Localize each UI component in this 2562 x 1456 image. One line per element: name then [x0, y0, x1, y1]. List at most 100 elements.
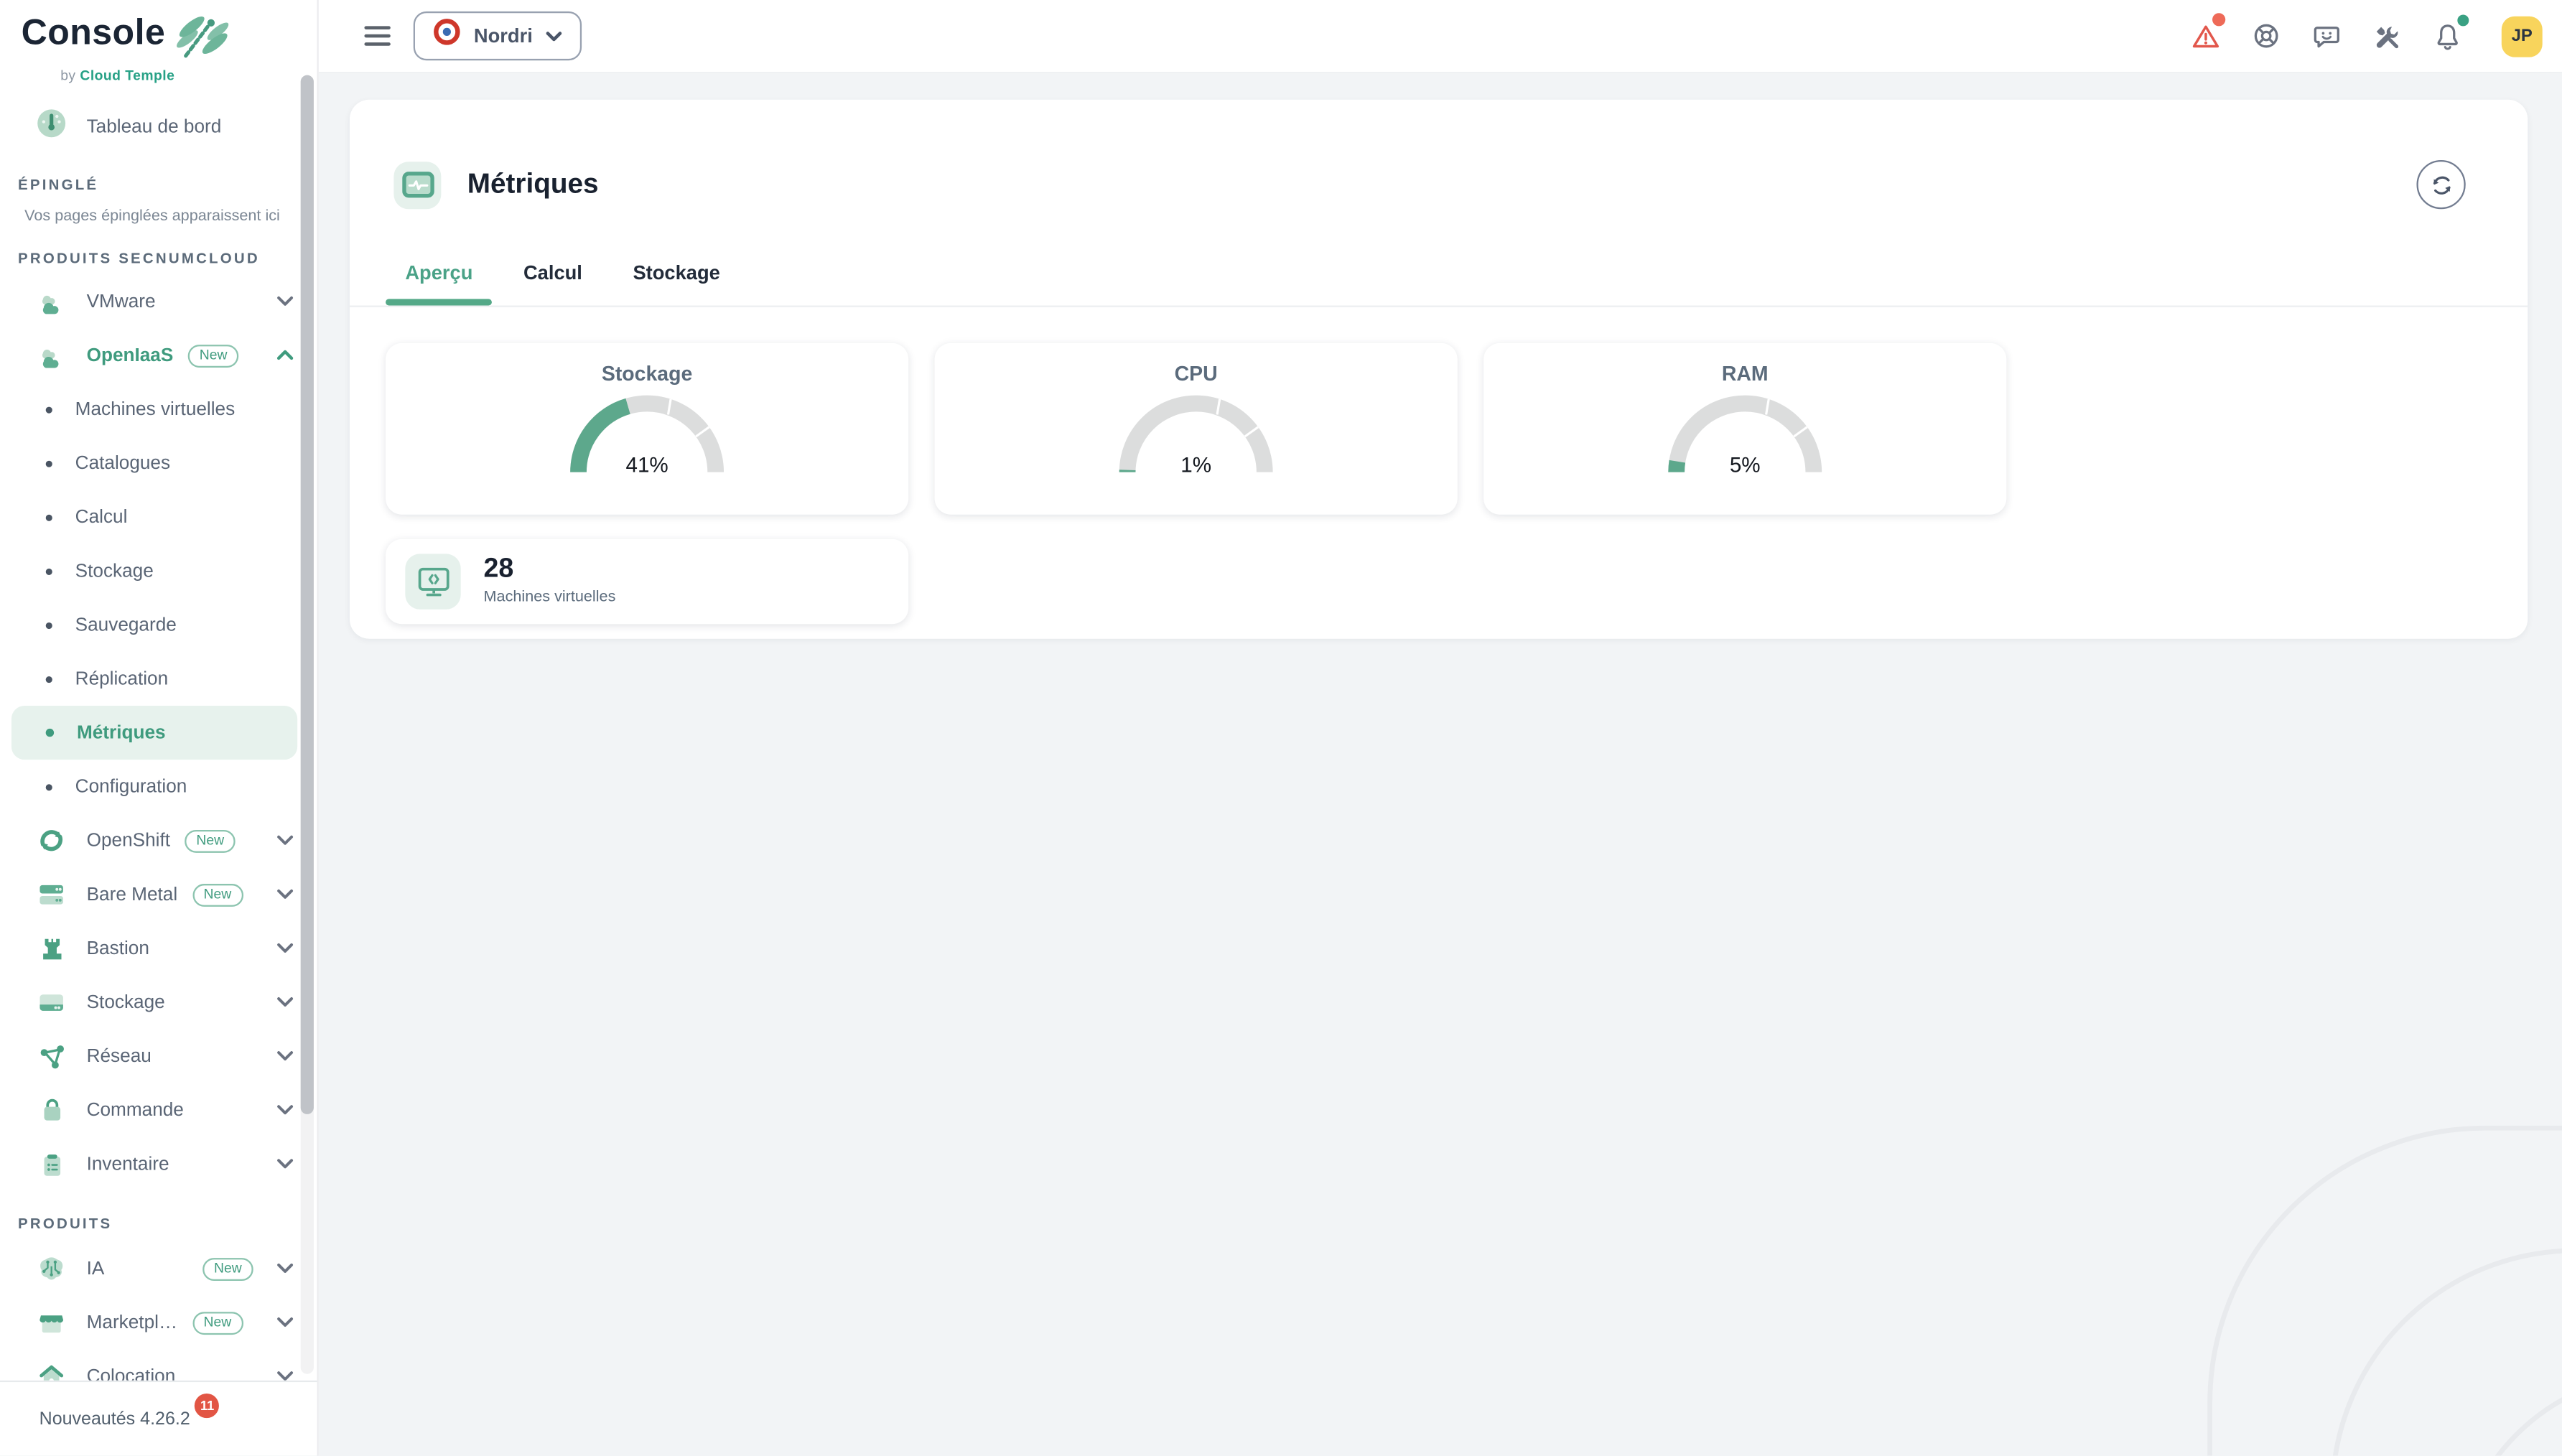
chevron-down-icon [276, 835, 294, 846]
new-badge: New [185, 829, 236, 852]
chevron-down-icon [276, 1263, 294, 1274]
page-title: Métriques [467, 169, 599, 202]
new-badge: New [192, 1311, 243, 1334]
sidebar-subitem-calcul[interactable]: Calcul [11, 490, 297, 544]
tab-apercu[interactable]: Aperçu [386, 261, 493, 305]
tab-bar: Aperçu Calcul Stockage [386, 261, 2528, 305]
shopping-bag-icon [36, 1095, 67, 1126]
sidebar-item-commande[interactable]: Commande [0, 1083, 317, 1137]
chevron-down-icon [276, 997, 294, 1008]
tenant-selector[interactable]: Nordri [414, 11, 582, 60]
chevron-down-icon [276, 1158, 294, 1170]
vm-count-value: 28 [484, 556, 616, 584]
tab-calcul[interactable]: Calcul [504, 261, 602, 305]
gauge-card-stockage: Stockage 41% [386, 342, 908, 514]
bullet-dot [46, 729, 54, 737]
whats-new-button[interactable]: Nouveautés 4.26.2 11 [0, 1381, 317, 1456]
alerts-warning-icon[interactable] [2191, 22, 2220, 51]
gauge-title: CPU [1175, 363, 1218, 386]
pinned-empty-hint: Vos pages épinglées apparaissent ici [0, 207, 317, 225]
sidebar-item-marketplace[interactable]: Marketpl… New [0, 1295, 317, 1349]
sidebar-item-stockage-group[interactable]: Stockage [0, 975, 317, 1029]
tab-divider [350, 305, 2528, 307]
app-logo-text: Console [22, 14, 166, 50]
sidebar-item-label: Réseau [87, 1046, 152, 1065]
storefront-icon [36, 1307, 67, 1338]
gauge-chart: 1% [1111, 388, 1281, 478]
refresh-button[interactable] [2416, 161, 2465, 210]
sidebar-item-reseau[interactable]: Réseau [0, 1030, 317, 1083]
new-badge: New [192, 883, 243, 906]
refresh-icon [2429, 173, 2454, 197]
chevron-down-icon [276, 889, 294, 900]
sidebar-subitem-machines-virtuelles[interactable]: Machines virtuelles [11, 382, 297, 436]
sidebar-subitem-replication[interactable]: Réplication [11, 652, 297, 706]
sidebar-item-bare-metal[interactable]: Bare Metal New [0, 867, 317, 921]
sidebar-item-vmware[interactable]: VMware [0, 274, 317, 328]
tools-icon[interactable] [2372, 22, 2402, 51]
feedback-chat-icon[interactable] [2312, 22, 2342, 51]
sidebar-subitem-metriques-active[interactable]: Métriques [11, 706, 297, 760]
servers-icon [36, 879, 67, 910]
sidebar-subitem-configuration[interactable]: Configuration [11, 760, 297, 813]
bullet-dot [46, 568, 52, 574]
sidebar-subitem-sauvegarde[interactable]: Sauvegarde [11, 598, 297, 652]
sidebar-item-ia[interactable]: IA New [0, 1241, 317, 1295]
gauge-title: RAM [1722, 363, 1769, 386]
app-window: Console by Cloud T [0, 0, 2562, 1455]
stat-row: 28 Machines virtuelles [386, 538, 2528, 623]
chevron-down-icon [276, 1050, 294, 1062]
sidebar-item-openiaas[interactable]: OpenIaaS New [0, 328, 317, 382]
gauge-chart: 41% [562, 388, 732, 478]
new-badge: New [188, 344, 239, 367]
sidebar-item-dashboard[interactable]: Tableau de bord [0, 103, 317, 151]
support-lifebuoy-icon[interactable] [2252, 22, 2281, 51]
sidebar-item-label: IA [87, 1259, 105, 1278]
user-avatar[interactable]: JP [2502, 16, 2543, 57]
bullet-dot [46, 514, 52, 521]
metrics-monitor-icon [393, 162, 441, 209]
app-logo-byline: by Cloud Temple [60, 67, 317, 83]
sidebar-item-label: Bare Metal [87, 885, 178, 904]
sidebar-item-label: VMware [87, 291, 156, 311]
sidebar: Console by Cloud T [0, 0, 319, 1455]
chevron-down-icon [276, 1317, 294, 1328]
chevron-down-icon [276, 296, 294, 307]
tower-icon [36, 933, 67, 963]
sidebar-item-label: Stockage [87, 992, 165, 1012]
virtual-machine-icon [405, 554, 460, 609]
svg-text:1%: 1% [1180, 453, 1211, 477]
sidebar-nav: Tableau de bord ÉPINGLÉ Vos pages épingl… [0, 87, 317, 1404]
sidebar-item-openshift[interactable]: OpenShift New [0, 813, 317, 867]
gauge-chart: 5% [1660, 388, 1830, 478]
section-title-pinned: ÉPINGLÉ [0, 177, 317, 193]
sidebar-item-label: OpenIaaS [87, 345, 174, 365]
dragonfly-logo-icon [172, 11, 233, 69]
brain-icon [36, 1253, 67, 1284]
chevron-down-icon [546, 30, 562, 42]
svg-text:5%: 5% [1730, 453, 1761, 477]
bullet-dot [46, 676, 52, 682]
main-content: Métriques Aperçu Calcul Stockage [319, 73, 2562, 1455]
gauge-card-cpu: CPU 1% [935, 342, 1458, 514]
vm-count-card: 28 Machines virtuelles [386, 538, 908, 623]
hamburger-menu-icon[interactable] [364, 26, 390, 46]
sidebar-item-inventaire[interactable]: Inventaire [0, 1137, 317, 1191]
notifications-bell-icon[interactable] [2433, 22, 2462, 51]
sidebar-item-label: Tableau de bord [87, 118, 222, 137]
sidebar-subitem-catalogues[interactable]: Catalogues [11, 437, 297, 490]
alert-dot-badge [2212, 13, 2225, 26]
chevron-down-icon [276, 943, 294, 954]
sidebar-item-bastion[interactable]: Bastion [0, 921, 317, 975]
sidebar-scrollbar-thumb[interactable] [301, 75, 314, 1114]
section-title-produits: PRODUITS [0, 1215, 317, 1232]
topbar: Nordri [319, 0, 2562, 73]
app-logo: Console by Cloud T [0, 0, 317, 87]
sidebar-subitem-stockage[interactable]: Stockage [11, 544, 297, 598]
gauge-title: Stockage [602, 363, 693, 386]
sidebar-item-label: Marketpl… [87, 1312, 178, 1332]
bullet-dot [46, 460, 52, 467]
tab-stockage[interactable]: Stockage [613, 261, 740, 305]
cloud-icon [36, 286, 67, 317]
new-badge: New [202, 1257, 253, 1280]
